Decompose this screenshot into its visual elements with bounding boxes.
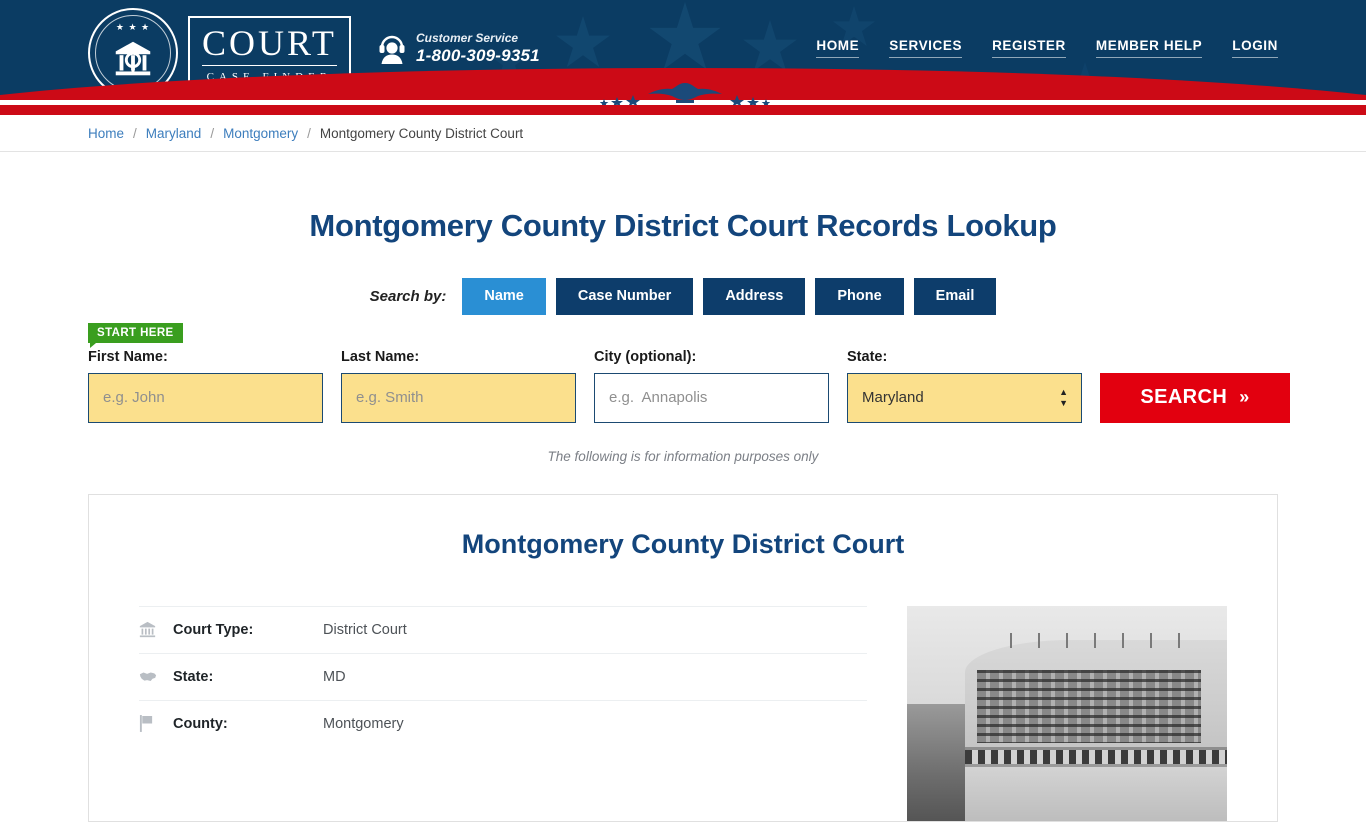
double-chevron-right-icon: » — [1239, 387, 1250, 407]
search-by-tabs: Search by: Name Case Number Address Phon… — [88, 278, 1278, 315]
detail-label: Court Type: — [173, 621, 254, 638]
tab-case-number[interactable]: Case Number — [555, 278, 694, 315]
nav-item-register[interactable]: REGISTER — [992, 38, 1066, 58]
breadcrumb-bar: Home / Maryland / Montgomery / Montgomer… — [0, 115, 1366, 152]
court-detail-list: Court Type: District Court State: MD Cou… — [139, 605, 867, 821]
nav-item-home[interactable]: HOME — [816, 38, 860, 58]
red-divider-bar — [0, 105, 1366, 115]
flag-icon — [139, 715, 173, 732]
breadcrumb-item-montgomery[interactable]: Montgomery — [223, 126, 298, 141]
headset-support-icon — [379, 35, 405, 64]
start-here-badge: START HERE — [88, 322, 183, 348]
search-button-label: SEARCH — [1140, 386, 1228, 408]
search-by-label: Search by: — [369, 287, 447, 305]
tab-address[interactable]: Address — [703, 278, 806, 315]
customer-service-label: Customer Service — [416, 31, 519, 45]
detail-value: Montgomery — [323, 715, 404, 732]
detail-value: MD — [323, 668, 346, 685]
table-row: County: Montgomery — [139, 699, 867, 747]
city-field-group: City (optional): — [594, 349, 829, 423]
courthouse-building-photo — [907, 605, 1227, 821]
last-name-input[interactable] — [341, 372, 576, 423]
page-title: Montgomery County District Court Records… — [309, 208, 1057, 243]
nav-item-services[interactable]: SERVICES — [889, 38, 963, 58]
nav-item-login[interactable]: LOGIN — [1232, 38, 1278, 58]
first-name-input[interactable] — [88, 372, 323, 423]
customer-service-block: Customer Service 1-800-309-9351 — [378, 31, 540, 66]
last-name-field-group: Last Name: — [341, 349, 576, 423]
disclaimer-text: The following is for information purpose… — [547, 448, 819, 464]
search-button[interactable]: SEARCH » — [1100, 372, 1290, 423]
main-navigation: HOME SERVICES REGISTER MEMBER HELP LOGIN — [816, 38, 1278, 58]
breadcrumb-separator: / — [307, 126, 311, 141]
state-select[interactable]: Maryland — [847, 372, 1082, 423]
first-name-label: First Name: — [88, 348, 168, 365]
nav-item-member-help[interactable]: MEMBER HELP — [1095, 38, 1203, 58]
brand-name: COURT — [202, 25, 337, 66]
detail-value: District Court — [323, 621, 407, 638]
us-map-icon — [139, 670, 173, 684]
site-header: ★ ★ ★ COURT CASE FINDER — [0, 0, 1366, 105]
tab-phone[interactable]: Phone — [815, 278, 904, 315]
breadcrumb-separator: / — [133, 126, 137, 141]
tab-name[interactable]: Name — [462, 278, 546, 315]
breadcrumb: Home / Maryland / Montgomery / Montgomer… — [88, 115, 1278, 152]
courthouse-icon — [139, 621, 173, 638]
first-name-field-group: First Name: — [88, 349, 323, 423]
breadcrumb-item-home[interactable]: Home — [88, 126, 124, 141]
court-search-form: First Name: Last Name: City (optional): … — [88, 349, 1290, 423]
breadcrumb-separator: / — [210, 126, 215, 141]
seal-stars: ★ ★ ★ — [115, 22, 151, 32]
last-name-label: Last Name: — [341, 348, 420, 365]
city-input[interactable] — [594, 372, 829, 423]
eagle-emblem-icon — [600, 83, 770, 105]
city-label: City (optional): — [594, 348, 697, 365]
page-content: Montgomery County District Court Records… — [88, 208, 1290, 822]
detail-label: State: — [173, 668, 214, 685]
court-name-heading: Montgomery County District Court — [461, 528, 905, 559]
state-field-group: State: Maryland ▲ ▼ — [847, 349, 1082, 423]
breadcrumb-item-current: Montgomery County District Court — [319, 126, 524, 141]
customer-service-phone[interactable]: 1-800-309-9351 — [416, 46, 540, 66]
state-label: State: — [847, 348, 888, 365]
tab-email[interactable]: Email — [913, 278, 997, 315]
breadcrumb-item-maryland[interactable]: Maryland — [146, 126, 202, 141]
detail-label: County: — [173, 715, 228, 732]
table-row: Court Type: District Court — [139, 605, 867, 653]
table-row: State: MD — [139, 652, 867, 700]
court-info-card: Montgomery County District Court Court T… — [88, 493, 1278, 822]
